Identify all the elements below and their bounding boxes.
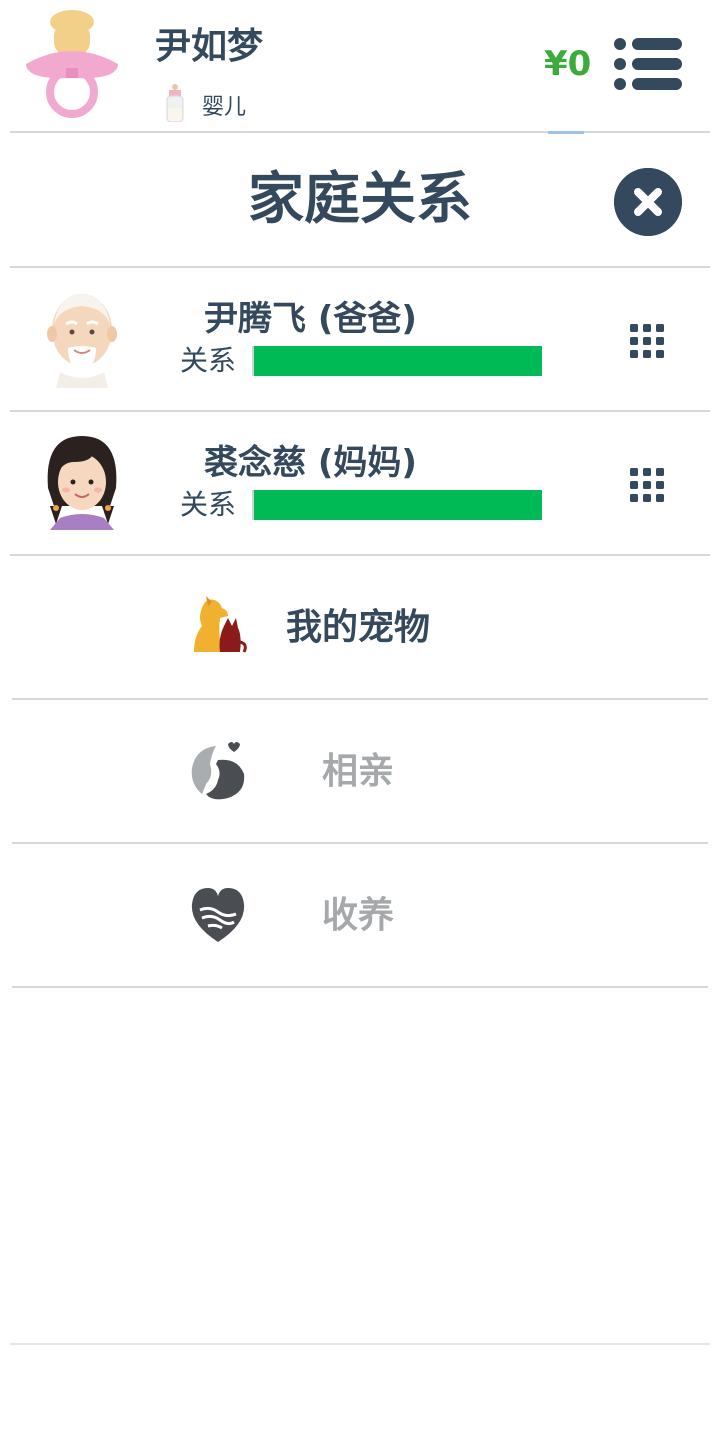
panel-title: 家庭关系 [248,167,472,232]
relation-bar [252,490,542,520]
my-pets-label: 我的宠物 [286,607,431,648]
family-member-name: 裘念慈 (妈妈) [204,443,417,483]
pacifier-icon [26,10,118,118]
relation-label: 关系 [180,344,237,377]
adopt-label: 收养 [322,895,395,936]
close-icon[interactable] [614,168,682,236]
money-balance: ¥0 [544,44,592,84]
adopt-icon [191,888,245,942]
dating-label: 相亲 [322,751,395,792]
grid-menu-icon[interactable] [630,324,664,358]
player-name: 尹如梦 [155,26,264,67]
pet-icon [194,596,247,653]
dating-row[interactable]: 相亲 [12,700,708,844]
family-row-mother[interactable]: 裘念慈 (妈妈) 关系 [10,412,710,556]
grid-menu-icon[interactable] [630,468,664,502]
bottom-divider [10,1343,710,1345]
my-pets-row[interactable]: 我的宠物 [12,556,708,700]
dating-icon [191,742,245,800]
adopt-row[interactable]: 收养 [12,844,708,988]
baby-bottle-icon [166,84,184,122]
header-divider [10,131,710,133]
top-bar: 尹如梦 婴儿 ¥0 [0,0,720,132]
family-row-father[interactable]: 尹腾飞 (爸爸) 关系 [10,268,710,412]
menu-list-icon[interactable] [612,36,684,92]
life-stage-label: 婴儿 [202,95,247,120]
relation-bar-fill [254,346,542,376]
grandpa-avatar-icon [47,294,117,388]
relation-bar-fill [254,490,542,520]
relation-bar [252,346,542,376]
header-accent-mark [548,131,584,134]
relation-label: 关系 [180,488,237,521]
family-member-name: 尹腾飞 (爸爸) [204,299,417,339]
girl-avatar-icon [47,436,117,530]
